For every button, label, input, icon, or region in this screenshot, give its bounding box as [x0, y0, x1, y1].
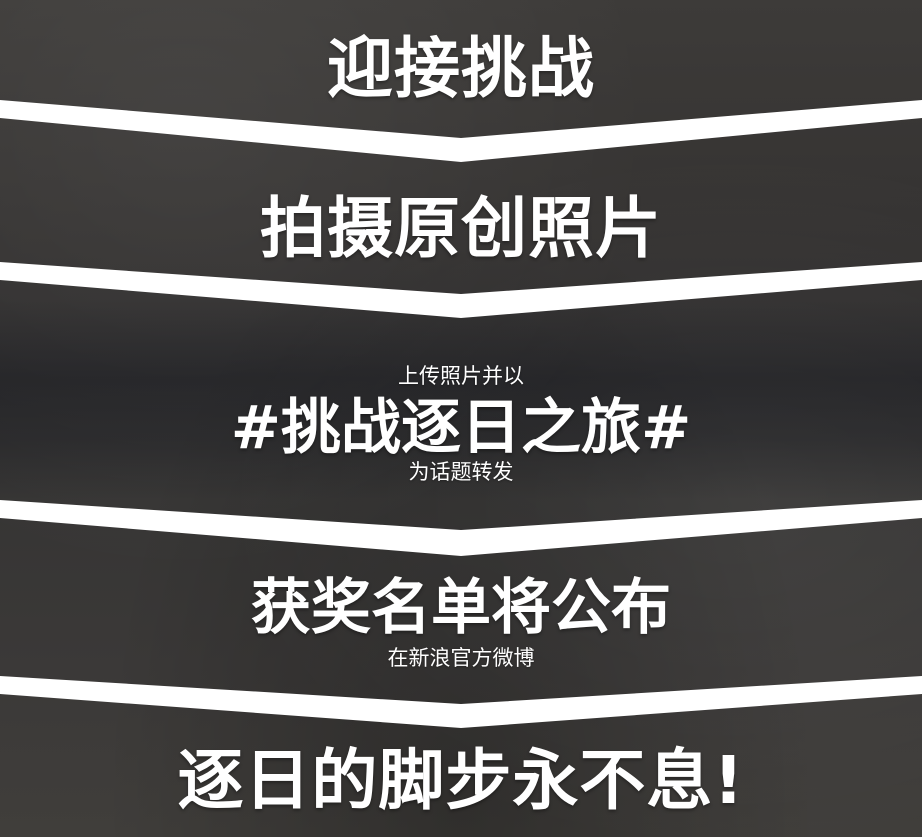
step-5-title: 逐日的脚步永不息! [177, 742, 745, 819]
step-3-post-text: 为话题转发 [408, 460, 514, 484]
step-4-post-text: 在新浪官方微博 [387, 646, 535, 670]
step-2-title: 拍摄原创照片 [260, 190, 662, 267]
chevron-divider-3 [0, 500, 922, 556]
chevron-divider-1 [0, 100, 922, 162]
poster: 迎接挑战 拍摄原创照片 上传照片并以 #挑战逐日之旅# 为话题转发 获奖名单将公… [0, 0, 922, 837]
step-3-pre-text: 上传照片并以 [398, 364, 524, 388]
chevron-divider-4 [0, 676, 922, 728]
step-3-title: #挑战逐日之旅# [230, 393, 692, 463]
step-4-title: 获奖名单将公布 [251, 573, 671, 643]
step-1-title: 迎接挑战 [327, 30, 595, 107]
chevron-divider-2 [0, 262, 922, 318]
